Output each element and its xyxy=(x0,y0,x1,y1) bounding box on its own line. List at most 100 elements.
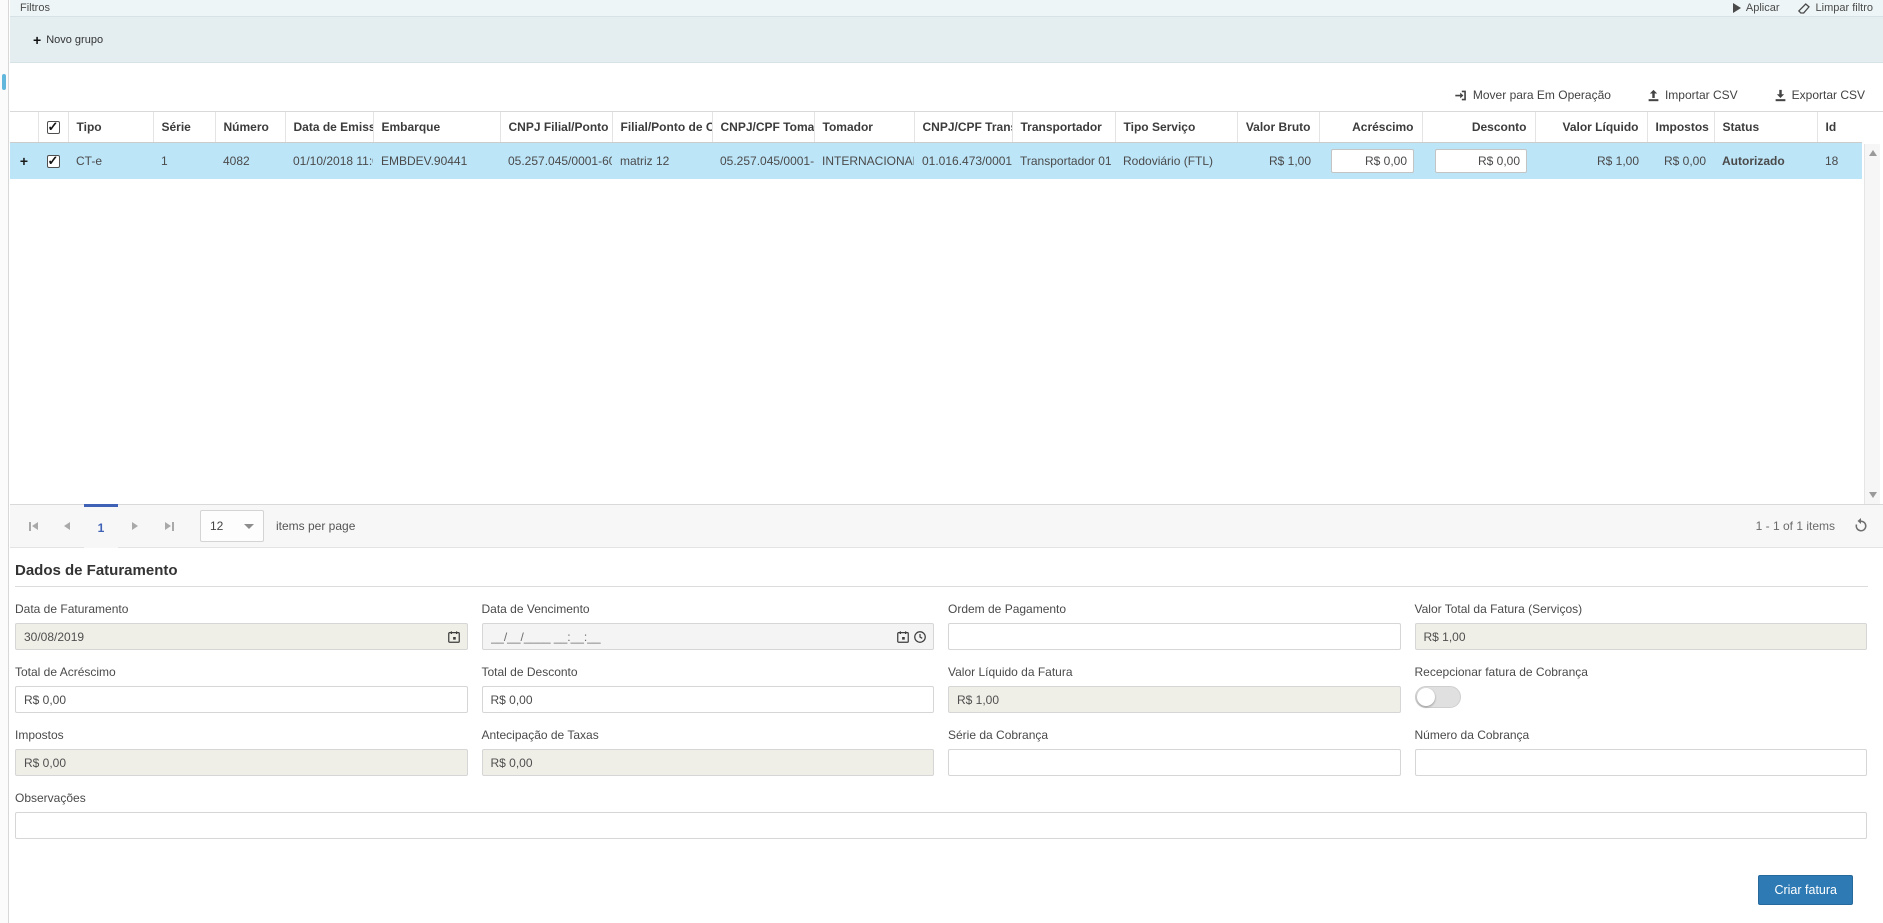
observacoes-field[interactable] xyxy=(15,812,1867,839)
apply-filter-label: Aplicar xyxy=(1746,2,1780,14)
ordem-pagamento-field[interactable] xyxy=(948,623,1401,650)
page-size-value: 12 xyxy=(210,519,223,533)
cell-filial: matriz 12 xyxy=(612,143,712,180)
import-csv-label: Importar CSV xyxy=(1665,88,1738,102)
expand-row-icon[interactable]: + xyxy=(20,153,28,169)
new-group-button[interactable]: + Novo grupo xyxy=(27,32,109,48)
calendar-icon[interactable] xyxy=(447,630,461,644)
column-filial[interactable]: Filial/Ponto de O... xyxy=(612,112,712,143)
cell-transportador: Transportador 01 xyxy=(1012,143,1115,180)
column-tomador[interactable]: Tomador xyxy=(814,112,914,143)
splitter-rail[interactable] xyxy=(0,0,9,923)
criar-fatura-button[interactable]: Criar fatura xyxy=(1758,875,1853,905)
first-page-icon xyxy=(32,522,38,530)
serie-cobranca-field[interactable] xyxy=(948,749,1401,776)
clear-filter-button[interactable]: Limpar filtro xyxy=(1798,2,1873,15)
move-icon xyxy=(1454,89,1468,102)
grid-header-row: Tipo Série Número Data de Emiss... Embar… xyxy=(10,112,1862,143)
pager-page-1[interactable]: 1 xyxy=(84,504,118,548)
grid-toolbar: Mover para Em Operação Importar CSV Expo… xyxy=(10,63,1883,111)
export-csv-button[interactable]: Exportar CSV xyxy=(1768,87,1871,103)
cte-grid: Tipo Série Número Data de Emiss... Embar… xyxy=(10,111,1883,504)
row-checkbox[interactable] xyxy=(47,155,60,168)
data-vencimento-label: Data de Vencimento xyxy=(482,602,935,616)
numero-cobranca-label: Número da Cobrança xyxy=(1415,728,1868,742)
cell-cnpj-filial: 05.257.045/0001-60 xyxy=(500,143,612,180)
total-desconto-label: Total de Desconto xyxy=(482,665,935,679)
column-data-emissao[interactable]: Data de Emiss... xyxy=(285,112,373,143)
refresh-button[interactable] xyxy=(1853,518,1869,534)
column-impostos[interactable]: Impostos xyxy=(1647,112,1714,143)
column-valor-liquido[interactable]: Valor Líquido xyxy=(1535,112,1647,143)
total-acrescimo-field[interactable] xyxy=(15,686,468,713)
status-badge: Autorizado xyxy=(1714,143,1817,180)
clear-filter-label: Limpar filtro xyxy=(1816,2,1873,14)
column-transportador[interactable]: Transportador xyxy=(1012,112,1115,143)
column-status[interactable]: Status xyxy=(1714,112,1817,143)
cell-valor-liquido: R$ 1,00 xyxy=(1535,143,1647,180)
acrescimo-input[interactable] xyxy=(1331,149,1414,173)
column-desconto[interactable]: Desconto xyxy=(1422,112,1535,143)
valor-total-field xyxy=(1415,623,1868,650)
column-serie[interactable]: Série xyxy=(153,112,215,143)
prev-page-icon xyxy=(64,522,70,530)
page-size-select[interactable]: 12 xyxy=(200,510,264,542)
column-cnpj-filial[interactable]: CNPJ Filial/Ponto de ... xyxy=(500,112,612,143)
cell-valor-bruto: R$ 1,00 xyxy=(1237,143,1319,180)
recepcionar-label: Recepcionar fatura de Cobrança xyxy=(1415,665,1868,679)
impostos-label: Impostos xyxy=(15,728,468,742)
column-cnpj-tomador[interactable]: CNPJ/CPF Tomador xyxy=(712,112,814,143)
scroll-up-icon[interactable] xyxy=(1869,150,1877,156)
cell-tomador: INTERNACIONAL E ... xyxy=(814,143,914,180)
column-embarque[interactable]: Embarque xyxy=(373,112,500,143)
expand-column-header xyxy=(10,112,38,143)
apply-filter-button[interactable]: Aplicar xyxy=(1733,2,1780,14)
column-cnpj-transp[interactable]: CNPJ/CPF Transp... xyxy=(914,112,1012,143)
cell-numero: 4082 xyxy=(215,143,285,180)
antecipacao-taxas-label: Antecipação de Taxas xyxy=(482,728,935,742)
column-valor-bruto[interactable]: Valor Bruto xyxy=(1237,112,1319,143)
pager-prev-button[interactable] xyxy=(50,504,84,548)
data-vencimento-field[interactable] xyxy=(482,623,935,650)
cell-cnpj-transp: 01.016.473/0001-40 xyxy=(914,143,1012,180)
splitter-handle-icon[interactable] xyxy=(2,74,6,90)
billing-section: Dados de Faturamento Data de Faturamento… xyxy=(10,548,1883,917)
next-page-icon xyxy=(132,522,138,530)
upload-icon xyxy=(1647,89,1660,102)
calendar-icon[interactable] xyxy=(896,630,910,644)
valor-total-label: Valor Total da Fatura (Serviços) xyxy=(1415,602,1868,616)
data-faturamento-field xyxy=(15,623,468,650)
table-row[interactable]: + CT-e 1 4082 01/10/2018 11:07 EMBDEV.90… xyxy=(10,143,1862,180)
pager-next-button[interactable] xyxy=(118,504,152,548)
total-desconto-field[interactable] xyxy=(482,686,935,713)
cell-tipo: CT-e xyxy=(68,143,153,180)
column-id[interactable]: Id xyxy=(1817,112,1862,143)
select-all-checkbox[interactable] xyxy=(47,121,60,134)
scroll-down-icon[interactable] xyxy=(1869,492,1877,498)
export-csv-label: Exportar CSV xyxy=(1792,88,1865,102)
download-icon xyxy=(1774,89,1787,102)
column-numero[interactable]: Número xyxy=(215,112,285,143)
eraser-icon xyxy=(1798,2,1811,15)
refresh-icon xyxy=(1853,518,1869,534)
cell-tipo-servico: Rodoviário (FTL) xyxy=(1115,143,1237,180)
filters-header: Filtros Aplicar Limpar filtro xyxy=(10,0,1883,17)
chevron-down-icon xyxy=(244,524,254,529)
recepcionar-toggle[interactable] xyxy=(1415,686,1461,708)
import-csv-button[interactable]: Importar CSV xyxy=(1641,87,1744,103)
impostos-field xyxy=(15,749,468,776)
move-to-operation-button[interactable]: Mover para Em Operação xyxy=(1448,87,1617,103)
desconto-input[interactable] xyxy=(1435,149,1527,173)
column-acrescimo[interactable]: Acréscimo xyxy=(1319,112,1422,143)
items-per-page-label: items per page xyxy=(276,519,355,533)
serie-cobranca-label: Série da Cobrança xyxy=(948,728,1401,742)
column-tipo[interactable]: Tipo xyxy=(68,112,153,143)
column-tipo-servico[interactable]: Tipo Serviço xyxy=(1115,112,1237,143)
pager-first-button[interactable] xyxy=(16,504,50,548)
move-to-operation-label: Mover para Em Operação xyxy=(1473,88,1611,102)
pager-last-button[interactable] xyxy=(152,504,186,548)
numero-cobranca-field[interactable] xyxy=(1415,749,1868,776)
grid-vertical-scrollbar[interactable] xyxy=(1864,144,1880,504)
cell-serie: 1 xyxy=(153,143,215,180)
clock-icon[interactable] xyxy=(913,630,927,644)
